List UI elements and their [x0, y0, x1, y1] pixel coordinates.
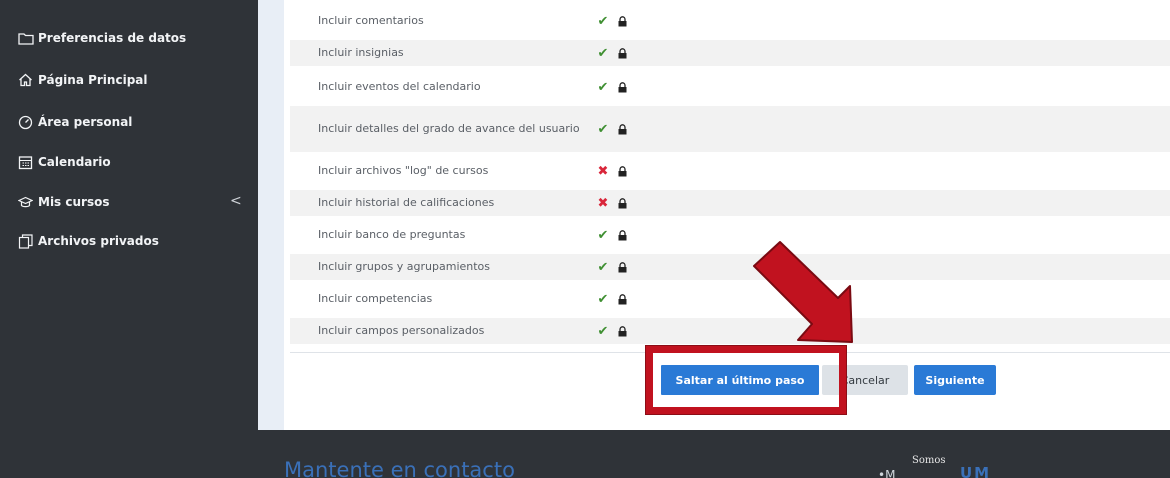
sidebar-item-calendar[interactable]: Calendario — [18, 154, 111, 170]
cross-icon: ✖ — [597, 195, 609, 211]
check-icon: ✔ — [597, 121, 609, 137]
lock-icon — [618, 197, 636, 209]
dashboard-icon — [18, 114, 38, 130]
table-row: Incluir insignias ✔ — [290, 40, 1170, 66]
content-gutter — [258, 0, 284, 430]
sidebar-item-label: Preferencias de datos — [38, 31, 187, 45]
footer-title: Mantente en contacto — [284, 458, 515, 478]
sidebar-item-data-preferences[interactable]: Preferencias de datos — [18, 30, 186, 46]
chevron-left-icon[interactable]: < — [230, 193, 242, 209]
sidebar — [0, 0, 258, 430]
folder-icon — [18, 30, 38, 46]
check-icon: ✔ — [597, 259, 609, 275]
sidebar-item-label: Mis cursos — [38, 195, 110, 209]
lock-icon — [618, 81, 636, 93]
setting-label: Incluir banco de preguntas — [318, 228, 466, 241]
graduation-cap-icon — [18, 194, 38, 210]
table-row: Incluir campos personalizados ✔ — [290, 318, 1170, 344]
setting-label: Incluir historial de calificaciones — [318, 196, 495, 209]
check-icon: ✔ — [597, 291, 609, 307]
setting-label: Incluir campos personalizados — [318, 324, 485, 337]
sidebar-item-label: Calendario — [38, 155, 111, 169]
setting-label: Incluir competencias — [318, 292, 433, 305]
setting-label: Incluir grupos y agrupamientos — [318, 260, 491, 273]
check-icon: ✔ — [597, 227, 609, 243]
highlight-box — [646, 346, 846, 414]
lock-icon — [618, 165, 636, 177]
lock-icon — [618, 261, 636, 273]
sidebar-item-label: Página Principal — [38, 73, 148, 87]
footer-logo: UM — [960, 464, 992, 478]
sidebar-item-my-courses[interactable]: Mis cursos — [18, 194, 109, 210]
sidebar-item-home[interactable]: Página Principal — [18, 72, 148, 88]
footer-logo-caption: Somos — [912, 455, 946, 466]
setting-label: Incluir detalles del grado de avance del… — [318, 122, 580, 135]
home-icon — [18, 72, 38, 88]
setting-label: Incluir insignias — [318, 46, 404, 59]
calendar-icon — [18, 154, 38, 170]
setting-label: Incluir archivos "log" de cursos — [318, 164, 489, 177]
lock-icon — [618, 325, 636, 337]
next-button[interactable]: Siguiente — [914, 365, 996, 395]
table-row: Incluir archivos "log" de cursos ✖ — [290, 158, 1170, 184]
table-row: Incluir eventos del calendario ✔ — [290, 74, 1170, 100]
check-icon: ✔ — [597, 79, 609, 95]
setting-label: Incluir eventos del calendario — [318, 80, 481, 93]
cross-icon: ✖ — [597, 163, 609, 179]
red-arrow-icon — [753, 241, 853, 343]
lock-icon — [618, 123, 636, 135]
sidebar-item-private-files[interactable]: Archivos privados — [18, 233, 159, 249]
lock-icon — [618, 47, 636, 59]
files-icon — [18, 233, 38, 249]
table-row: Incluir grupos y agrupamientos ✔ — [290, 254, 1170, 280]
table-row: Incluir banco de preguntas ✔ — [290, 222, 1170, 248]
check-icon: ✔ — [597, 45, 609, 61]
sidebar-item-label: Área personal — [38, 115, 133, 129]
check-icon: ✔ — [597, 13, 609, 29]
lock-icon — [618, 15, 636, 27]
footer — [0, 430, 1170, 478]
table-row: Incluir detalles del grado de avance del… — [290, 106, 1170, 152]
check-icon: ✔ — [597, 323, 609, 339]
table-row: Incluir historial de calificaciones ✖ — [290, 190, 1170, 216]
lock-icon — [618, 293, 636, 305]
footer-logo-part: •M — [878, 468, 896, 478]
setting-label: Incluir comentarios — [318, 14, 424, 27]
table-row: Incluir competencias ✔ — [290, 286, 1170, 312]
lock-icon — [618, 229, 636, 241]
sidebar-item-dashboard[interactable]: Área personal — [18, 114, 132, 130]
sidebar-item-label: Archivos privados — [38, 234, 159, 248]
table-row: Incluir comentarios ✔ — [290, 8, 1170, 34]
